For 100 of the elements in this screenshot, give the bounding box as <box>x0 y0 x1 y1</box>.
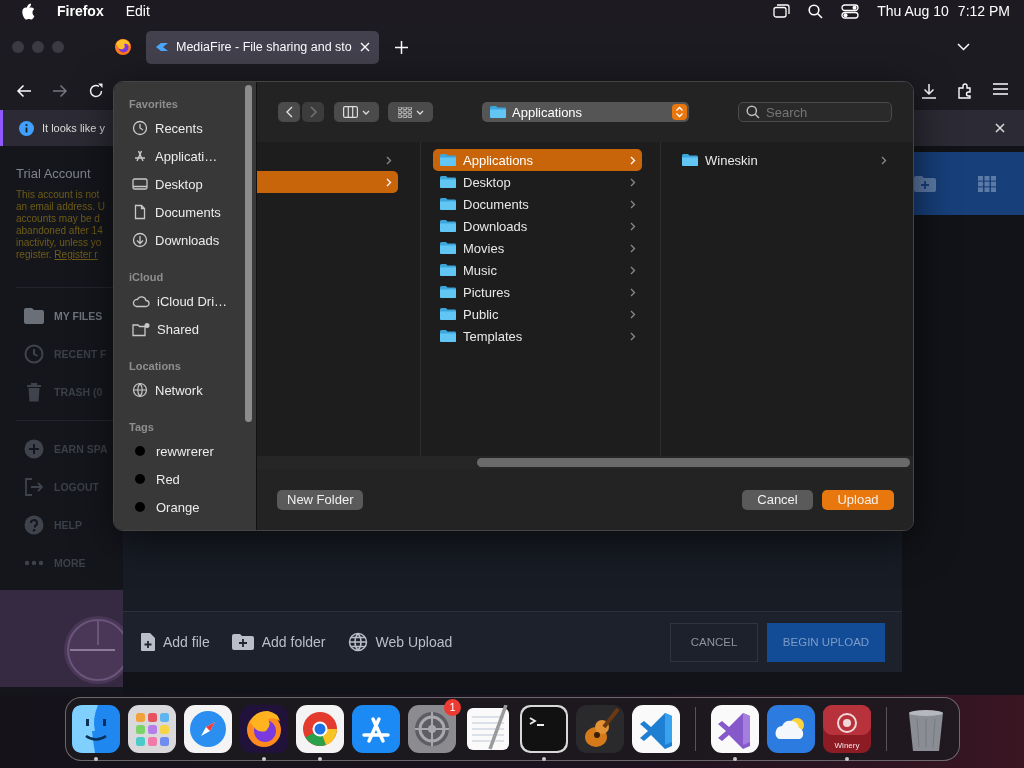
globe-icon <box>132 382 148 398</box>
app-grid-icon[interactable] <box>128 705 176 753</box>
columns-icon <box>343 106 358 118</box>
download-icon[interactable] <box>921 83 937 99</box>
code-editor-icon[interactable] <box>711 705 759 753</box>
chevron-down-icon[interactable] <box>957 43 970 51</box>
view-button[interactable] <box>334 102 379 122</box>
sidebar-item[interactable]: Recents <box>114 114 256 142</box>
menu-item[interactable]: Firefox <box>57 3 104 19</box>
group-button[interactable] <box>388 102 433 122</box>
upload-action-button[interactable]: Add folder <box>231 634 326 650</box>
sidebar-item[interactable]: Network <box>114 376 256 404</box>
sidebar-item[interactable]: Red <box>114 465 256 493</box>
app-store-icon[interactable] <box>352 705 400 753</box>
location-popup[interactable]: Applications <box>482 102 689 122</box>
nav-item[interactable]: MY FILES <box>0 297 112 335</box>
upload-action-button[interactable]: Web Upload <box>347 632 453 652</box>
back-icon[interactable] <box>16 84 32 98</box>
back-button[interactable] <box>278 102 300 122</box>
folder-row[interactable]: Pictures <box>433 281 642 303</box>
sidebar-item[interactable]: Documents <box>114 198 256 226</box>
chrome-icon[interactable] <box>296 705 344 753</box>
tag-dot-icon <box>135 474 145 484</box>
chevron-icon <box>630 331 636 341</box>
sidebar-item[interactable]: Desktop <box>114 170 256 198</box>
code-editor-icon[interactable] <box>632 705 680 753</box>
settings-icon[interactable] <box>408 705 456 753</box>
guitar-icon[interactable] <box>576 705 624 753</box>
notepad-icon[interactable] <box>464 705 512 753</box>
forward-button[interactable] <box>302 102 324 122</box>
folder-row[interactable]: Wineskin <box>675 149 893 171</box>
caret-icon <box>415 109 424 115</box>
upload-action-button[interactable]: Add file <box>141 633 210 651</box>
firefox-icon[interactable] <box>240 705 288 753</box>
chevron-icon <box>630 177 636 187</box>
folder-row[interactable]: Applications <box>433 149 642 171</box>
chevron-icon <box>386 155 392 165</box>
grid-icon <box>397 106 412 118</box>
browser-tab[interactable]: MediaFire - File sharing and sto <box>146 30 379 64</box>
chevron-icon <box>630 265 636 275</box>
new-folder-button[interactable]: New Folder <box>277 489 364 510</box>
compass-icon[interactable] <box>184 705 232 753</box>
folder-plus-icon[interactable] <box>914 175 936 192</box>
folder-icon <box>439 285 457 299</box>
section-heading: Tags <box>128 420 155 435</box>
sidebar-item[interactable]: iCloud Dri… <box>114 287 256 315</box>
folder-row[interactable]: Desktop <box>433 171 642 193</box>
search-field[interactable]: Search <box>738 102 892 122</box>
cloud-icon <box>132 294 150 308</box>
sidebar-item[interactable]: Applicati… <box>114 142 256 170</box>
cancel-button[interactable]: CANCEL <box>670 622 758 662</box>
folder-row[interactable]: Downloads <box>433 215 642 237</box>
puzzle-icon[interactable] <box>957 83 973 99</box>
sidebar-item[interactable]: Downloads <box>114 226 256 254</box>
menu-icon[interactable] <box>993 83 1008 95</box>
chevron-icon <box>630 221 636 231</box>
terminal-icon[interactable] <box>520 705 568 753</box>
sidebar-item[interactable]: Shared <box>114 315 256 343</box>
firefox-icon <box>114 38 132 56</box>
folder-icon <box>439 153 457 167</box>
search-icon[interactable] <box>808 3 824 19</box>
folder-icon <box>439 263 457 277</box>
download-icon <box>132 232 148 248</box>
forward-icon[interactable] <box>52 84 68 98</box>
chevron-icon <box>881 155 887 165</box>
new-tab-icon[interactable] <box>394 40 408 54</box>
cancel-button[interactable]: Cancel <box>742 489 813 510</box>
folder-row[interactable]: Templates <box>433 325 642 347</box>
finder-icon[interactable] <box>72 705 120 753</box>
document-icon <box>132 204 148 220</box>
scrollbar[interactable] <box>245 85 252 422</box>
scrollbar[interactable] <box>477 458 910 467</box>
time-text: 7:12 PM <box>957 3 1010 19</box>
caret-icon <box>362 109 370 115</box>
reload-icon[interactable] <box>88 83 104 99</box>
tag-dot-icon <box>135 446 145 456</box>
folder-icon <box>439 329 457 343</box>
chevron-right-icon <box>309 106 317 118</box>
folder-row[interactable]: Documents <box>433 193 642 215</box>
clock-icon <box>24 344 44 364</box>
folder-row[interactable]: Music <box>433 259 642 281</box>
close-icon[interactable] <box>995 123 1005 133</box>
menu-item[interactable]: Edit <box>125 3 150 19</box>
chevron-icon <box>630 155 636 165</box>
clock-icon <box>132 120 148 136</box>
app-store-icon <box>132 148 148 164</box>
weather-icon[interactable] <box>767 705 815 753</box>
folder-row[interactable]: Public <box>433 303 642 325</box>
winery-icon[interactable] <box>823 705 871 753</box>
folder-row[interactable]: Movies <box>433 237 642 259</box>
sidebar-item[interactable]: Orange <box>114 493 256 521</box>
file-plus-icon <box>141 633 155 651</box>
notification-text: It looks like y <box>42 122 105 134</box>
logout-icon <box>24 477 44 497</box>
toggle-switches-icon[interactable] <box>841 3 860 19</box>
sidebar-item[interactable]: rewwrerer <box>114 437 256 465</box>
window-icon[interactable] <box>773 4 791 18</box>
trash-icon <box>24 382 44 402</box>
app-label: Winery <box>833 741 861 750</box>
plus-circle-icon <box>24 439 44 459</box>
